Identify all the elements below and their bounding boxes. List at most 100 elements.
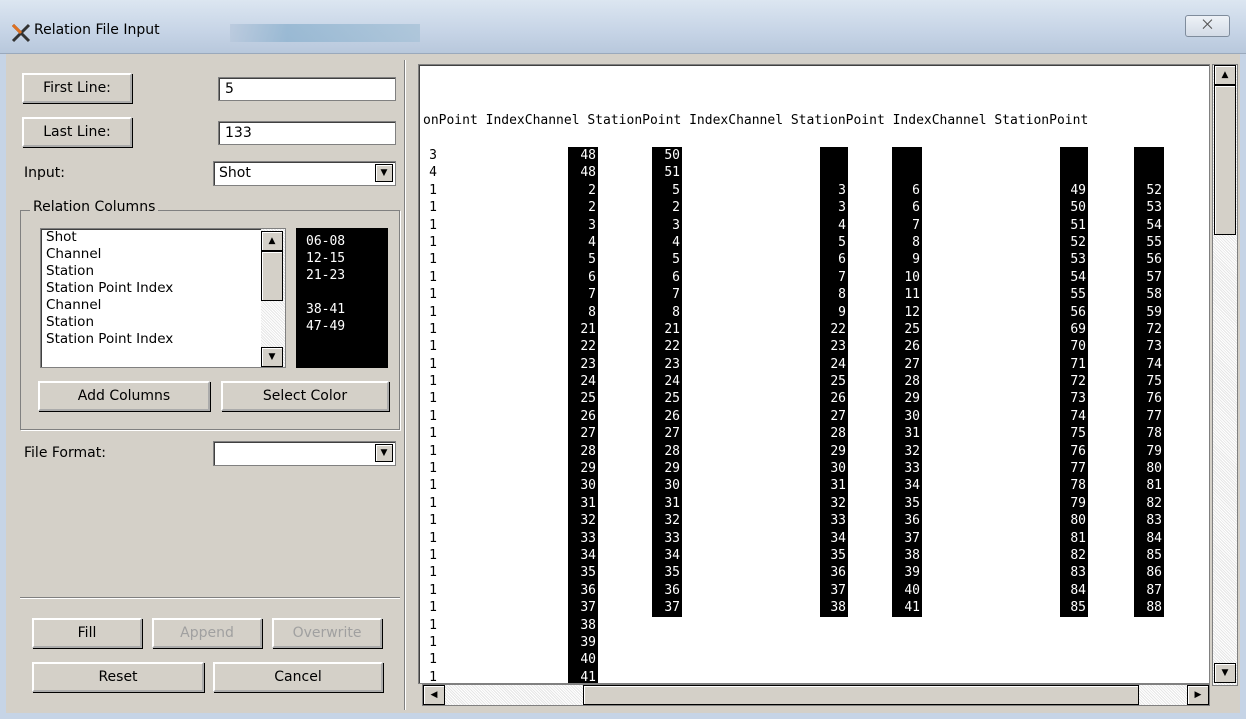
- preview-cell: 78: [1070, 478, 1086, 494]
- preview-cell: 51: [1070, 217, 1086, 233]
- file-preview[interactable]: onPoint IndexChannel StationPoint IndexC…: [418, 64, 1210, 684]
- preview-cell: 8: [672, 304, 680, 320]
- chevron-down-icon[interactable]: ▼: [375, 164, 393, 182]
- first-line-field[interactable]: 5: [218, 77, 396, 101]
- preview-cell: 38: [830, 600, 846, 616]
- preview-hscroll-thumb[interactable]: [583, 685, 1139, 705]
- preview-vscroll-thumb[interactable]: [1214, 85, 1236, 235]
- preview-cell: 72: [1146, 321, 1162, 337]
- preview-cell: 1: [429, 547, 437, 563]
- input-select-value: Shot: [219, 165, 251, 181]
- scroll-right-icon[interactable]: ▶: [1187, 685, 1209, 705]
- preview-cell: 37: [830, 582, 846, 598]
- fill-button[interactable]: Fill: [32, 618, 142, 648]
- preview-column: 50 51 5 2 3 4 5 6 7 8 21 22 23 24 25 26 27 28 29 30 31 32 33 34…: [652, 147, 682, 617]
- preview-cell: 28: [904, 374, 920, 390]
- scroll-left-icon[interactable]: ◀: [423, 685, 445, 705]
- preview-cell: 1: [429, 513, 437, 529]
- preview-cell: 1: [429, 461, 437, 477]
- preview-cell: 69: [1070, 321, 1086, 337]
- preview-cell: 75: [1070, 426, 1086, 442]
- preview-cell: 73: [1070, 391, 1086, 407]
- list-item[interactable]: Channel: [41, 246, 285, 263]
- range-item: [296, 284, 388, 301]
- preview-cell: 83: [1146, 513, 1162, 529]
- list-item[interactable]: Station Point Index: [41, 331, 285, 348]
- list-scroll-thumb[interactable]: [261, 251, 283, 301]
- preview-cell: 85: [1146, 547, 1162, 563]
- last-line-button[interactable]: Last Line:: [22, 117, 132, 147]
- last-line-field[interactable]: 133: [218, 121, 396, 145]
- preview-cell: 26: [664, 408, 680, 424]
- reset-button[interactable]: Reset: [32, 662, 204, 692]
- preview-cell: 1: [429, 408, 437, 424]
- file-format-select[interactable]: ▼: [213, 441, 396, 466]
- preview-cell: 31: [830, 478, 846, 494]
- preview-cell: 54: [1146, 217, 1162, 233]
- preview-cell: 25: [904, 321, 920, 337]
- preview-cell: 6: [912, 182, 920, 198]
- list-item[interactable]: Station: [41, 314, 285, 331]
- list-item[interactable]: Station: [41, 263, 285, 280]
- preview-cell: 35: [580, 565, 596, 581]
- preview-cell: 32: [580, 513, 596, 529]
- preview-cell: 28: [580, 443, 596, 459]
- preview-cell: 3: [672, 217, 680, 233]
- preview-cell: 48: [580, 148, 596, 163]
- preview-cell: 23: [664, 356, 680, 372]
- preview-cell: 1: [429, 182, 437, 198]
- preview-cell: 74: [1070, 408, 1086, 424]
- preview-cell: 23: [830, 339, 846, 355]
- preview-cell: 7: [672, 287, 680, 303]
- preview-cell: 70: [1070, 339, 1086, 355]
- preview-cell: 1: [429, 582, 437, 598]
- preview-cell: 88: [1146, 600, 1162, 616]
- preview-column: 6 6 7 8 9 10 11 12 25 26 27 28 29 30 31 32 33 34 35 36 37 38 3…: [892, 147, 922, 617]
- list-item[interactable]: Station Point Index: [41, 280, 285, 297]
- select-color-button[interactable]: Select Color: [221, 381, 389, 411]
- preview-cell: 1: [429, 443, 437, 459]
- cancel-button[interactable]: Cancel: [213, 662, 383, 692]
- preview-cell: 79: [1146, 443, 1162, 459]
- input-select[interactable]: Shot ▼: [213, 161, 396, 186]
- preview-cell: [1060, 147, 1086, 164]
- close-button[interactable]: ⨉: [1185, 15, 1230, 37]
- first-line-button[interactable]: First Line:: [22, 73, 132, 103]
- relation-columns-list[interactable]: Shot Channel Station Station Point Index…: [40, 228, 286, 368]
- preview-cell: 7: [588, 287, 596, 303]
- preview-cell: 40: [580, 652, 596, 668]
- preview-header: onPoint IndexChannel StationPoint IndexC…: [423, 113, 1089, 128]
- preview-cell: 41: [904, 600, 920, 616]
- preview-cell: 2: [588, 182, 596, 198]
- preview-cell: 87: [1146, 582, 1162, 598]
- panel-divider: [404, 60, 406, 710]
- preview-cell: 12: [904, 304, 920, 320]
- preview-cell: 25: [830, 374, 846, 390]
- preview-cell: 25: [580, 391, 596, 407]
- list-scrollbar[interactable]: ▲ ▼: [261, 229, 285, 367]
- preview-cell: 1: [429, 565, 437, 581]
- preview-cell: 9: [912, 252, 920, 268]
- range-item: [296, 335, 388, 352]
- list-item[interactable]: Shot: [41, 229, 285, 246]
- preview-cell: [892, 147, 920, 164]
- scroll-up-icon[interactable]: ▲: [261, 231, 283, 251]
- list-item[interactable]: Channel: [41, 297, 285, 314]
- scroll-up-icon[interactable]: ▲: [1214, 65, 1236, 85]
- preview-vertical-scrollbar[interactable]: ▲ ▼: [1212, 64, 1238, 686]
- preview-horizontal-scrollbar[interactable]: ◀ ▶: [422, 684, 1210, 706]
- preview-cell: 4: [588, 234, 596, 250]
- preview-cell: 39: [904, 565, 920, 581]
- preview-cell: 5: [588, 252, 596, 268]
- chevron-down-icon[interactable]: ▼: [375, 444, 393, 462]
- preview-cell: 54: [1070, 269, 1086, 285]
- preview-cell: 1: [429, 287, 437, 303]
- preview-cell: 2: [588, 200, 596, 216]
- preview-cell: 21: [580, 321, 596, 337]
- add-columns-button[interactable]: Add Columns: [38, 381, 210, 411]
- preview-cell: 6: [672, 269, 680, 285]
- preview-column: 3 3 4 5 6 7 8 9 22 23 24 25 26 27 28 29 30 31 32 33 34 35 36 37…: [820, 147, 848, 617]
- preview-cell: 33: [664, 530, 680, 546]
- scroll-down-icon[interactable]: ▼: [1214, 663, 1236, 683]
- scroll-down-icon[interactable]: ▼: [261, 347, 283, 367]
